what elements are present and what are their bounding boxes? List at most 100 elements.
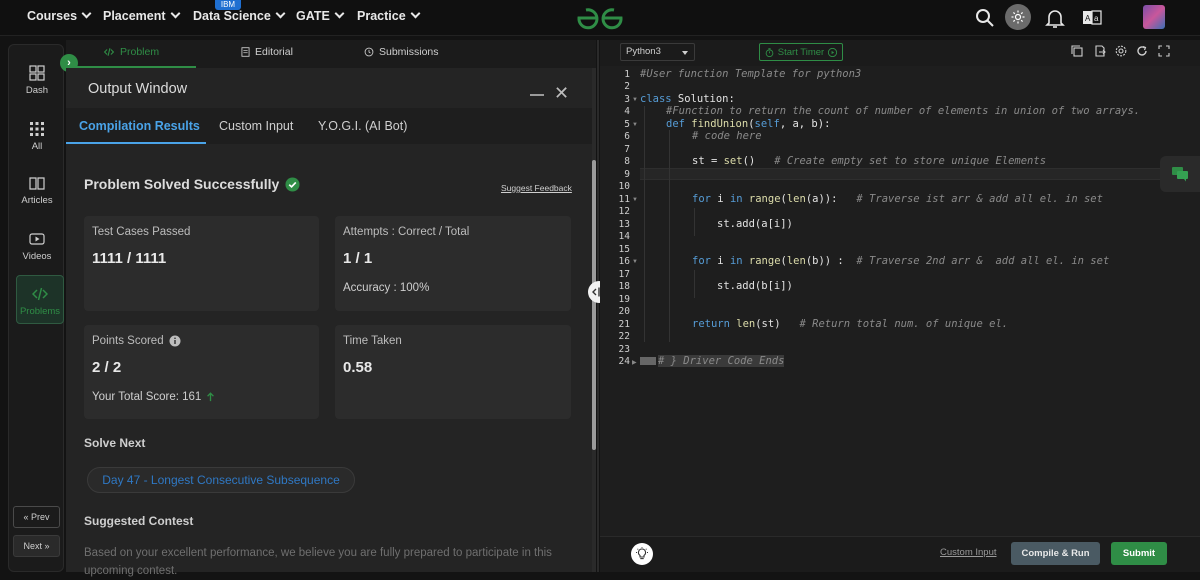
line-number: 17 bbox=[618, 269, 630, 280]
code-icon bbox=[103, 48, 115, 56]
current-line-highlight bbox=[640, 168, 1200, 180]
nav-practice[interactable]: Practice bbox=[357, 8, 421, 23]
bell-icon[interactable] bbox=[1043, 6, 1067, 30]
rail-item-articles[interactable]: Articles bbox=[9, 175, 65, 206]
code-line-4: #Function to return the count of number … bbox=[666, 105, 1141, 117]
nav-gate[interactable]: GATE bbox=[296, 8, 345, 23]
nav-practice-label: Practice bbox=[357, 9, 406, 23]
card-value: 1111 / 1111 bbox=[92, 250, 167, 267]
code-line-8: st = set() # Create empty set to store u… bbox=[692, 155, 1046, 167]
line-number: 2 bbox=[624, 81, 630, 92]
line-number: 20 bbox=[618, 306, 630, 317]
line-number: 24 bbox=[618, 356, 630, 367]
fullscreen-icon[interactable] bbox=[1158, 45, 1170, 57]
line-number: 18 bbox=[618, 281, 630, 292]
suggested-contest-heading: Suggested Contest bbox=[84, 514, 194, 528]
nav-data-science-label: Data Science bbox=[193, 9, 271, 23]
fold-arrow-icon[interactable]: ▼ bbox=[632, 97, 638, 103]
search-icon[interactable] bbox=[973, 6, 997, 30]
line-number: 22 bbox=[618, 331, 630, 342]
rail-item-problems[interactable]: Problems bbox=[16, 275, 64, 324]
rail-item-videos[interactable]: Videos bbox=[9, 231, 65, 262]
refresh-icon[interactable] bbox=[1136, 45, 1148, 57]
tab-submissions[interactable]: Submissions bbox=[364, 46, 439, 58]
code-token: in bbox=[729, 193, 743, 205]
suggest-feedback-link[interactable]: Suggest Feedback bbox=[501, 183, 572, 193]
code-line-1: #User function Template for python3 bbox=[640, 68, 862, 80]
gfg-logo[interactable] bbox=[576, 5, 624, 31]
tab-compilation-results[interactable]: Compilation Results bbox=[79, 119, 200, 133]
indent-guide bbox=[644, 106, 645, 342]
code-editor[interactable] bbox=[600, 66, 1200, 536]
code-token: len bbox=[786, 255, 806, 267]
fold-arrow-icon[interactable]: ▼ bbox=[632, 259, 638, 265]
info-icon[interactable] bbox=[169, 335, 181, 347]
output-scrollbar-thumb[interactable] bbox=[592, 160, 596, 450]
nav-courses[interactable]: Courses bbox=[27, 8, 92, 23]
solve-next-problem-link[interactable]: Day 47 - Longest Consecutive Subsequence bbox=[87, 467, 355, 493]
avatar[interactable] bbox=[1143, 5, 1165, 29]
output-window: Output Window ✕ Compilation Results Cust… bbox=[66, 68, 592, 577]
line-number: 11 bbox=[618, 194, 630, 205]
language-select[interactable]: Python3 bbox=[620, 43, 695, 61]
nav-placement[interactable]: Placement bbox=[103, 8, 180, 23]
fold-arrow-icon[interactable]: ▶ bbox=[632, 359, 637, 366]
contest-description: Based on your excellent performance, we … bbox=[84, 547, 552, 577]
line-number: 10 bbox=[618, 181, 630, 192]
custom-input-link[interactable]: Custom Input bbox=[940, 547, 997, 558]
nav-data-science[interactable]: Data Science bbox=[193, 8, 286, 23]
tab-editorial-label: Editorial bbox=[255, 46, 293, 58]
total-score-text: Your Total Score: 161 bbox=[92, 391, 202, 403]
code-token: i bbox=[710, 255, 730, 267]
tab-problem-label: Problem bbox=[120, 46, 160, 58]
line-number: 23 bbox=[618, 344, 630, 355]
code-line-16: for i in range(len(b)) : # Traverse 2nd … bbox=[692, 255, 1109, 267]
code-line-13: st.add(a[i]) bbox=[717, 218, 793, 230]
code-token: st = bbox=[692, 155, 724, 167]
chevron-down-icon bbox=[170, 8, 180, 19]
start-timer-button[interactable]: Start Timer bbox=[759, 43, 843, 61]
settings-icon[interactable] bbox=[1115, 45, 1127, 57]
tab-yogi-ai-bot[interactable]: Y.O.G.I. (AI Bot) bbox=[318, 119, 407, 133]
code-token: for bbox=[692, 193, 711, 205]
rail-item-dash[interactable]: Dash bbox=[9, 65, 65, 96]
indent-guide bbox=[694, 208, 695, 236]
code-token: # Return total num. of unique el. bbox=[780, 318, 1009, 330]
fold-arrow-icon[interactable]: ▼ bbox=[632, 197, 638, 203]
tab-custom-input[interactable]: Custom Input bbox=[219, 119, 293, 133]
total-score-row: Your Total Score: 161 bbox=[92, 391, 215, 403]
code-line-5: def findUnion(self, a, b): bbox=[666, 118, 830, 130]
line-number: 5 bbox=[624, 119, 630, 130]
code-token: # } Driver Code Ends bbox=[658, 355, 785, 367]
code-token: Solution: bbox=[671, 93, 735, 105]
copy-icon[interactable] bbox=[1071, 45, 1083, 57]
rail-item-all[interactable]: All bbox=[9, 121, 65, 152]
tab-editorial[interactable]: Editorial bbox=[241, 46, 293, 58]
tab-problem[interactable]: Problem bbox=[103, 46, 159, 58]
compile-run-button[interactable]: Compile & Run bbox=[1011, 542, 1100, 565]
status-message: Problem Solved Successfully bbox=[84, 176, 300, 192]
hint-button[interactable] bbox=[631, 543, 653, 565]
dashboard-icon bbox=[29, 65, 45, 81]
line-number: 7 bbox=[624, 144, 630, 155]
chat-button[interactable] bbox=[1160, 156, 1200, 192]
chevron-down-icon bbox=[334, 8, 345, 19]
grid-icon bbox=[30, 122, 44, 136]
book-icon bbox=[29, 177, 45, 190]
translate-icon[interactable]: A a bbox=[1080, 6, 1104, 30]
upload-file-icon[interactable] bbox=[1094, 45, 1106, 57]
next-button[interactable]: Next » bbox=[13, 535, 60, 557]
close-icon[interactable]: ✕ bbox=[554, 83, 569, 104]
language-value: Python3 bbox=[626, 46, 661, 57]
minimize-icon[interactable] bbox=[530, 94, 544, 96]
theme-toggle-button[interactable] bbox=[1005, 4, 1031, 30]
code-token: (st) bbox=[755, 318, 781, 330]
folded-code-marker[interactable] bbox=[640, 357, 656, 365]
code-token: i bbox=[710, 193, 730, 205]
fold-arrow-icon[interactable]: ▼ bbox=[632, 122, 638, 128]
line-number: 6 bbox=[624, 131, 630, 142]
submit-button[interactable]: Submit bbox=[1111, 542, 1167, 565]
code-line-24: # } Driver Code Ends bbox=[640, 355, 785, 367]
lightbulb-icon bbox=[636, 547, 648, 560]
prev-button[interactable]: « Prev bbox=[13, 506, 60, 528]
